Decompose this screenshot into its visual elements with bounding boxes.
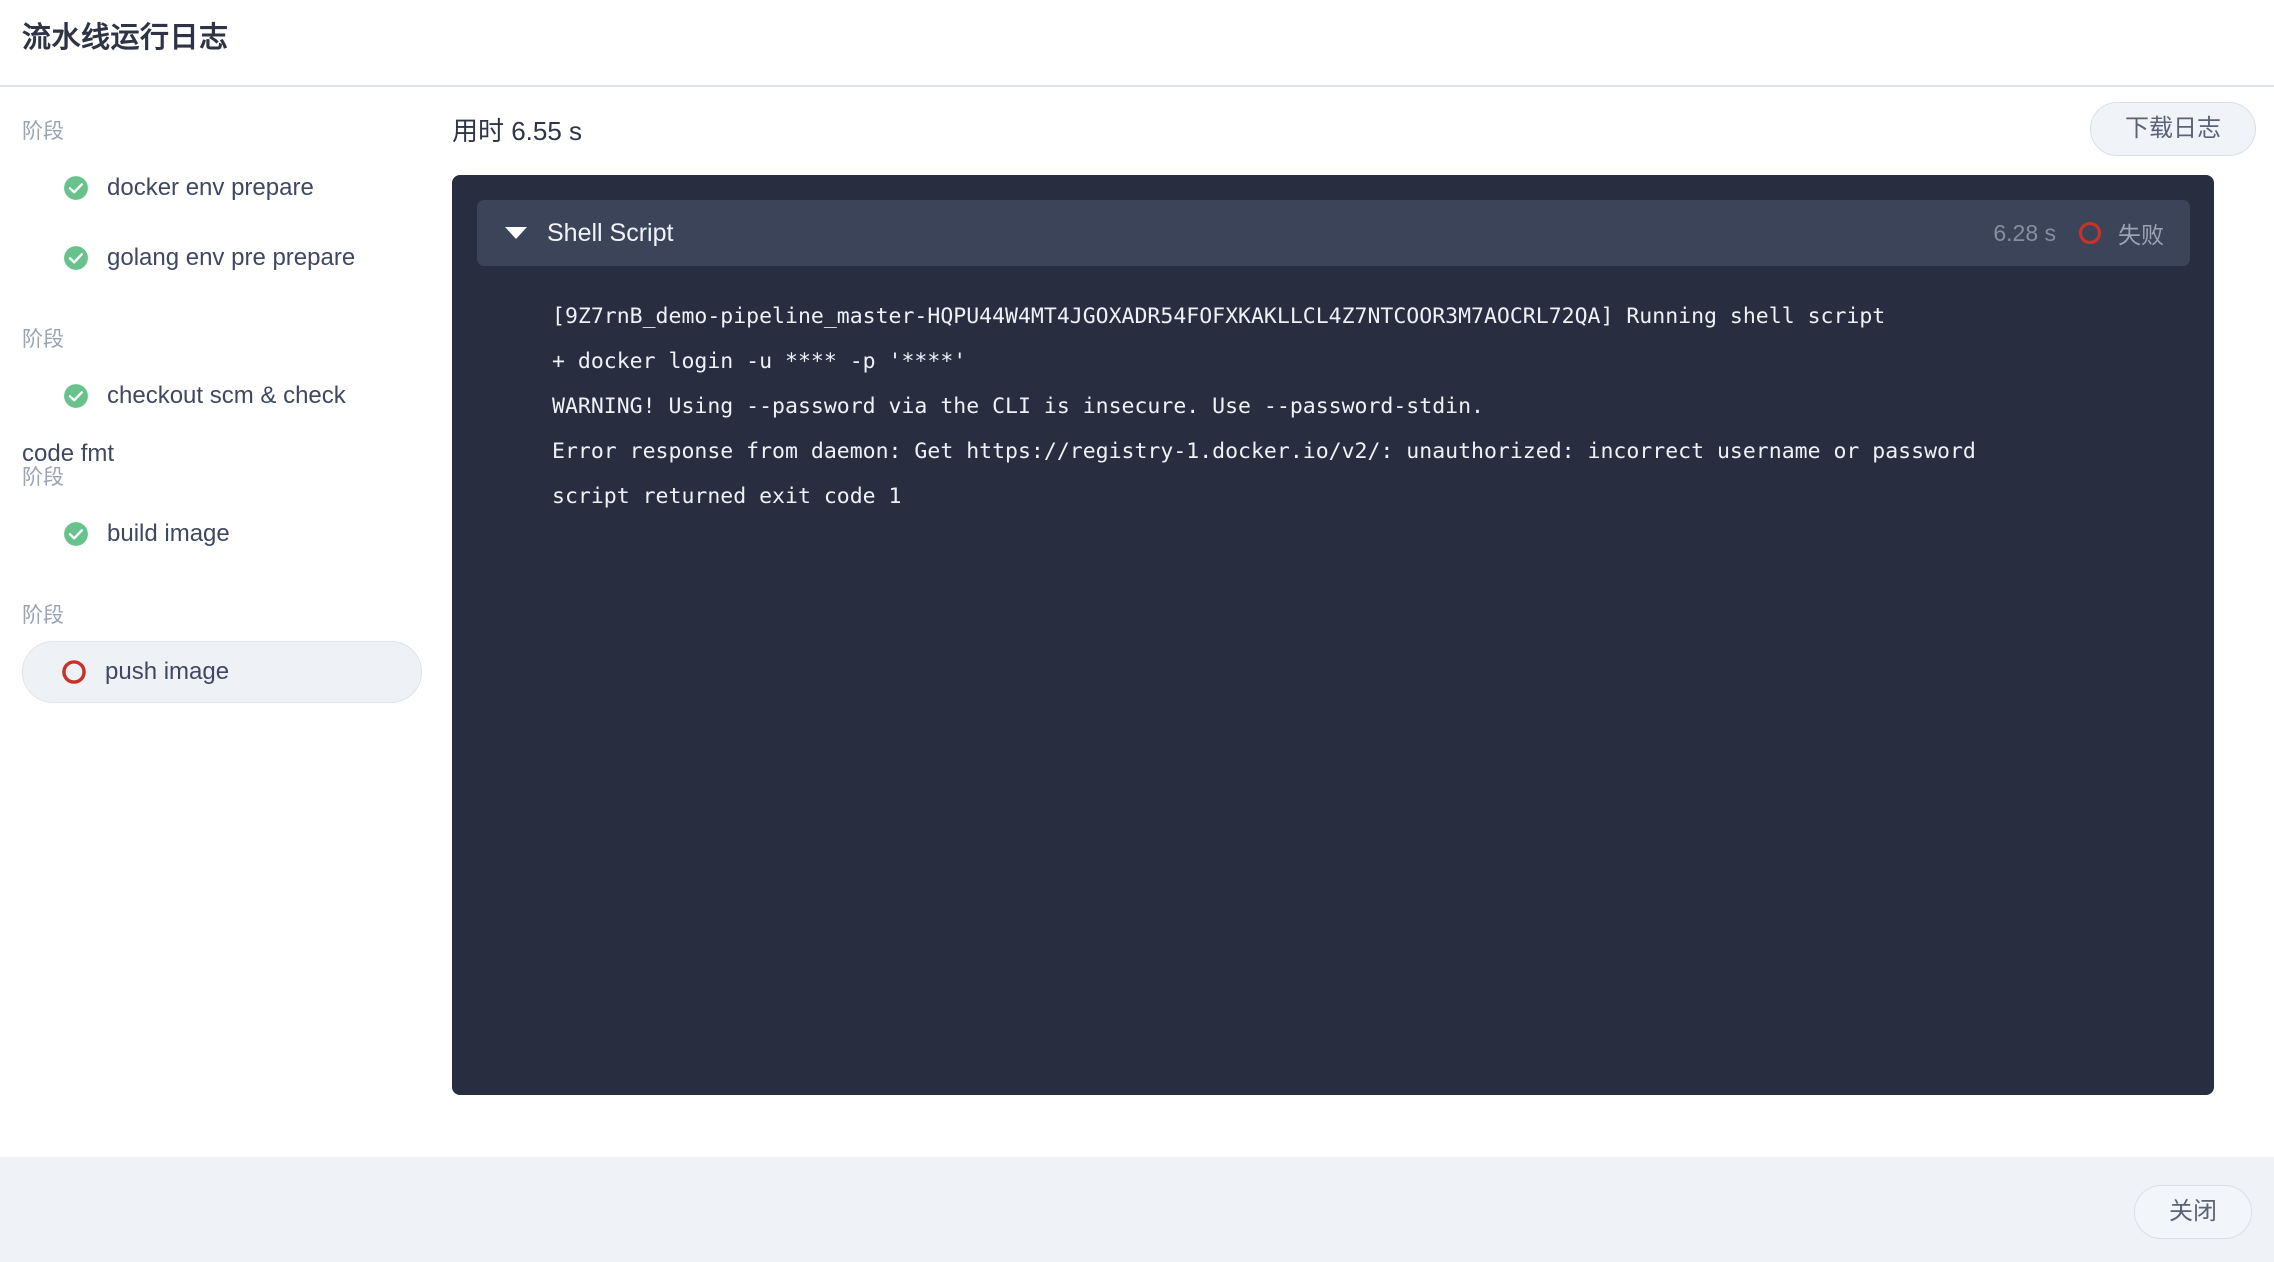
sidebar-item-build-image[interactable]: build image xyxy=(22,503,422,565)
sidebar-item-label: push image xyxy=(105,658,230,685)
step-status-badge: 失败 xyxy=(2118,222,2164,248)
log-panel: Shell Script 6.28 s 失败 [9Z7rnB_demo-pipe… xyxy=(452,175,2214,1095)
log-line: script returned exit code 1 xyxy=(552,484,902,509)
dialog-footer: 关闭 xyxy=(0,1157,2274,1262)
close-button[interactable]: 关闭 xyxy=(2134,1185,2252,1239)
stage-group: 阶段 checkout scm & check xyxy=(22,323,422,427)
sidebar-item-push-image[interactable]: push image xyxy=(22,641,422,703)
log-line: Error response from daemon: Get https://… xyxy=(552,439,1976,464)
stage-group-label: 阶段 xyxy=(22,604,64,627)
failure-circle-icon xyxy=(2078,221,2102,245)
stage-group-label: 阶段 xyxy=(22,328,64,351)
download-log-button[interactable]: 下载日志 xyxy=(2090,102,2256,156)
log-line: [9Z7rnB_demo-pipeline_master-HQPU44W4MT4… xyxy=(552,304,1886,329)
log-main: 用时 6.55 s 下载日志 Shell Script 6.28 s 失败 [9… xyxy=(440,89,2274,1157)
stage-group: 阶段 docker env prepare golang env pre prepa… xyxy=(22,115,422,289)
sidebar-item-label: checkout scm & check xyxy=(107,382,346,409)
stage-group: code fmt 阶段 build image xyxy=(22,440,422,565)
step-meta: 6.28 s 失败 xyxy=(1993,216,2164,250)
log-line: WARNING! Using --password via the CLI is… xyxy=(552,394,1484,419)
log-toolbar: 用时 6.55 s 下载日志 xyxy=(440,89,2274,175)
sidebar-item-checkout-scm-check[interactable]: checkout scm & check xyxy=(22,365,422,427)
stage-group-label: 阶段 xyxy=(22,120,64,143)
success-check-icon xyxy=(64,384,88,408)
sidebar-item-label: golang env pre prepare xyxy=(107,244,356,271)
log-step-header[interactable]: Shell Script 6.28 s 失败 xyxy=(477,200,2190,266)
success-check-icon xyxy=(64,246,88,270)
stage-group-separator xyxy=(22,571,422,599)
stage-sidebar: 阶段 docker env prepare golang env pre prepa… xyxy=(0,89,440,1157)
failure-circle-icon xyxy=(62,660,86,684)
stage-group-name: code fmt xyxy=(22,440,115,467)
log-line: + docker login -u **** -p '****' xyxy=(552,349,967,374)
step-duration: 6.28 s xyxy=(1993,219,2056,246)
step-name: Shell Script xyxy=(547,218,674,247)
total-duration: 用时 6.55 s xyxy=(452,116,583,146)
sidebar-item-label: docker env prepare xyxy=(107,174,314,201)
chevron-down-icon[interactable] xyxy=(505,227,527,239)
dialog-body: 阶段 docker env prepare golang env pre prepa… xyxy=(0,89,2274,1157)
success-check-icon xyxy=(64,176,88,200)
log-output[interactable]: [9Z7rnB_demo-pipeline_master-HQPU44W4MT4… xyxy=(452,294,2214,519)
sidebar-item-docker-env-prepare[interactable]: docker env prepare xyxy=(22,157,422,219)
sidebar-item-golang-env-pre-prepare[interactable]: golang env pre prepare xyxy=(22,227,422,289)
page-title: 流水线运行日志 xyxy=(22,22,229,54)
stage-group-separator xyxy=(22,295,422,323)
stage-group: 阶段 push image xyxy=(22,599,422,703)
pipeline-log-dialog: 流水线运行日志 阶段 docker env prepare golang env p… xyxy=(0,0,2274,1262)
success-check-icon xyxy=(64,522,88,546)
dialog-header: 流水线运行日志 xyxy=(0,0,2274,87)
sidebar-item-label: build image xyxy=(107,520,230,547)
